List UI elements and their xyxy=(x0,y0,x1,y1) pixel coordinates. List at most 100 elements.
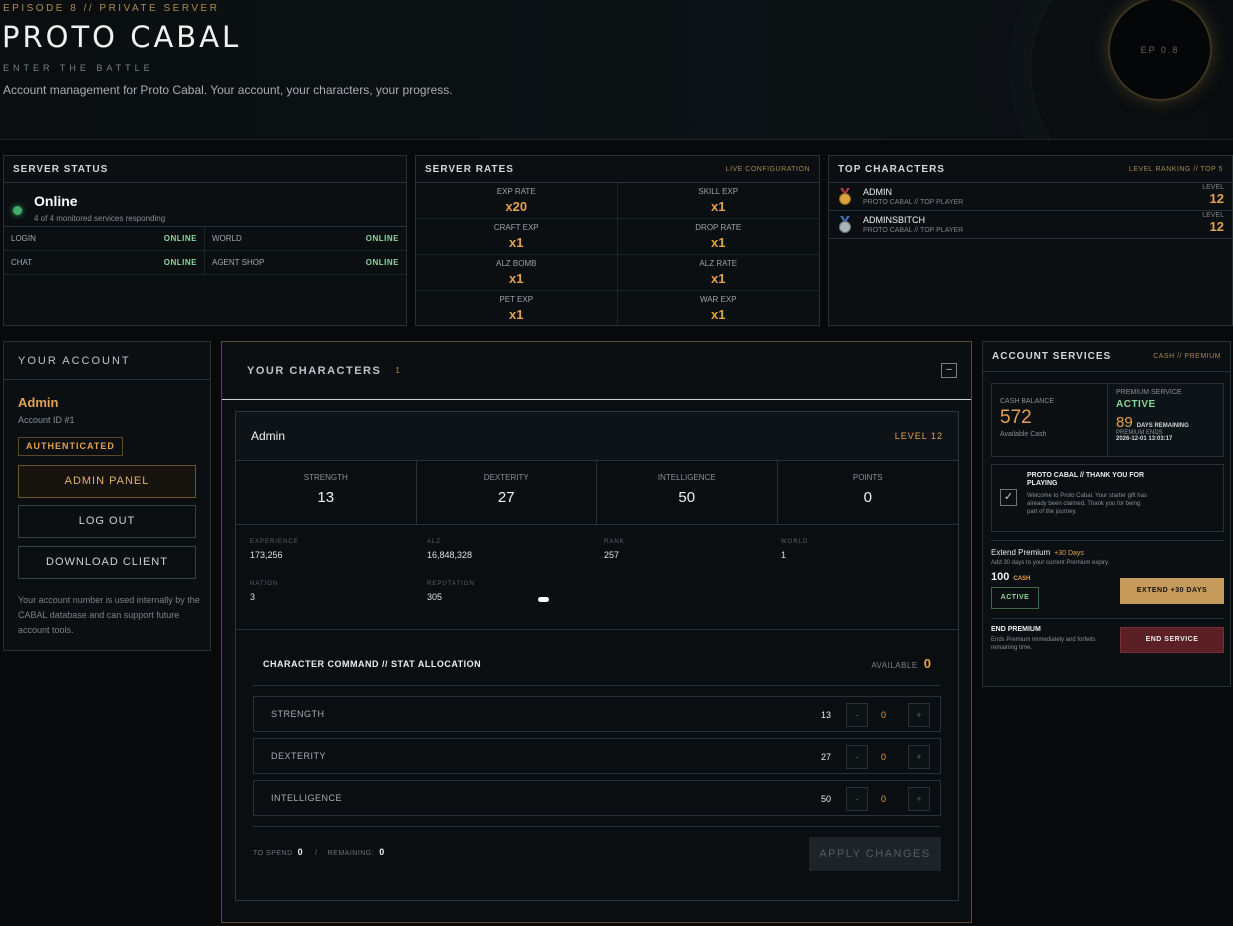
characters-title: YOUR CHARACTERS xyxy=(247,364,382,377)
extend-premium-sub: Add 30 days to your current Premium expi… xyxy=(991,560,1110,566)
top-character-row[interactable]: ADMINSBITCH PROTO CABAL // TOP PLAYER LE… xyxy=(829,211,1232,239)
allocation-delta: 0 xyxy=(881,752,887,762)
info-value: 173,256 xyxy=(250,550,283,560)
stat-name: POINTS xyxy=(852,473,883,482)
service-agent-shop: AGENT SHOP ONLINE xyxy=(205,251,406,275)
rate-name: DROP RATE xyxy=(695,223,742,232)
account-note: Your account number is used internally b… xyxy=(18,595,200,635)
admin-panel-button[interactable]: ADMIN PANEL xyxy=(18,465,196,498)
level-value: 12 xyxy=(1209,219,1224,234)
allocation-row-strength: STRENGTH 13 - 0 + xyxy=(253,696,941,732)
gold-medal-icon xyxy=(839,188,851,205)
page-header: EP 0.8 EPISODE 8 // PRIVATE SERVER PROTO… xyxy=(0,0,1233,140)
divider xyxy=(253,685,941,686)
service-name: AGENT SHOP xyxy=(212,258,265,267)
cash-balance-card: CASH BALANCE 572 Available Cash xyxy=(992,384,1108,456)
character-info: EXPERIENCE 173,256 ALZ 16,848,328 RANK 257 … xyxy=(236,525,958,630)
info-label: NATION xyxy=(250,581,279,587)
decrease-button[interactable]: - xyxy=(846,745,868,769)
check-icon: ✓ xyxy=(1000,489,1017,506)
premium-label: PREMIUM SERVICE xyxy=(1116,389,1182,396)
decrease-button[interactable]: - xyxy=(846,787,868,811)
server-status-panel: SERVER STATUS Online 4 of 4 monitored se… xyxy=(3,155,407,326)
account-services-tag: CASH // PREMIUM xyxy=(1153,353,1221,360)
extend-title-text: Extend Premium xyxy=(991,548,1051,557)
end-premium-text: Ends Premium immediately and forfeits re… xyxy=(991,637,1096,651)
apply-changes-button[interactable]: APPLY CHANGES xyxy=(809,837,941,871)
cash-balance-value: 572 xyxy=(1000,407,1032,428)
account-name: Admin xyxy=(18,395,59,410)
top-character-row[interactable]: ADMIN PROTO CABAL // TOP PLAYER LEVEL 12 xyxy=(829,183,1232,211)
download-client-button[interactable]: DOWNLOAD CLIENT xyxy=(18,546,196,579)
increase-button[interactable]: + xyxy=(908,745,930,769)
gift-title: PROTO CABAL // THANK YOU FOR PLAYING xyxy=(1027,472,1145,487)
character-name: Admin xyxy=(251,429,286,443)
increase-button[interactable]: + xyxy=(908,703,930,727)
allocation-current: 13 xyxy=(820,710,831,720)
rate-drop: DROP RATE x1 xyxy=(617,219,819,255)
spend-summary: TO SPEND 0 / REMAINING: 0 xyxy=(253,847,397,857)
status-text: Online xyxy=(34,193,78,209)
stat-name: INTELLIGENCE xyxy=(657,473,716,482)
logout-button[interactable]: LOG OUT xyxy=(18,505,196,538)
info-label: EXPERIENCE xyxy=(250,539,299,545)
rate-name: CRAFT EXP xyxy=(493,223,539,232)
rate-value: x1 xyxy=(509,271,524,286)
characters-count: 1 xyxy=(395,366,400,375)
stat-name: STRENGTH xyxy=(303,473,348,482)
extend-price-currency: CASH xyxy=(1013,576,1031,582)
premium-status: ACTIVE xyxy=(1116,399,1156,410)
end-service-button[interactable]: END SERVICE xyxy=(1120,627,1224,653)
info-label: REPUTATION xyxy=(427,581,475,587)
extend-premium-button[interactable]: EXTEND +30 DAYS xyxy=(1120,578,1224,604)
rate-value: x1 xyxy=(711,307,726,322)
allocation-stat-name: DEXTERITY xyxy=(271,751,327,761)
stat-value: 13 xyxy=(317,489,335,506)
top-character-sub: PROTO CABAL // TOP PLAYER xyxy=(863,199,964,206)
tagline: ENTER THE BATTLE xyxy=(3,63,154,73)
info-rank: RANK 257 xyxy=(604,539,625,560)
episode-label: EPISODE 8 // PRIVATE SERVER xyxy=(3,3,220,14)
rate-value: x20 xyxy=(505,199,528,214)
info-value: 16,848,328 xyxy=(427,550,473,560)
info-value: 257 xyxy=(604,550,620,560)
rates-grid: EXP RATE x20 SKILL EXP x1 CRAFT EXP x1 DROP… xyxy=(416,183,819,327)
info-label: RANK xyxy=(604,539,625,545)
rate-name: ALZ RATE xyxy=(699,259,738,268)
info-alz: ALZ 16,848,328 xyxy=(427,539,472,560)
top-characters-header: TOP CHARACTERS LEVEL RANKING // TOP 5 xyxy=(829,156,1232,183)
character-card: Admin LEVEL 12 STRENGTH 13 DEXTERITY 27 IN… xyxy=(235,411,959,901)
rate-value: x1 xyxy=(509,307,524,322)
collapse-button[interactable]: – xyxy=(941,363,957,378)
premium-card: PREMIUM SERVICE ACTIVE 89 DAYS REMAINING… xyxy=(1108,384,1223,456)
allocation-stat-name: STRENGTH xyxy=(271,709,325,719)
rate-name: EXP RATE xyxy=(496,187,536,196)
decrease-button[interactable]: - xyxy=(846,703,868,727)
divider xyxy=(253,826,941,827)
stat-points: POINTS 0 xyxy=(778,461,959,524)
to-spend-label: TO SPEND xyxy=(253,850,293,857)
service-world: WORLD ONLINE xyxy=(205,227,406,251)
account-panel: YOUR ACCOUNT Admin Account ID #1 AUTHENT… xyxy=(3,341,211,651)
info-value: 305 xyxy=(427,592,443,602)
premium-active-badge: ACTIVE xyxy=(991,587,1039,609)
top-characters-title: TOP CHARACTERS xyxy=(838,163,945,175)
available-points: AVAILABLE 0 xyxy=(871,656,931,671)
server-rates-header: SERVER RATES LIVE CONFIGURATION xyxy=(416,156,819,183)
status-summary: Online 4 of 4 monitored services respond… xyxy=(4,183,406,227)
spend-divider: / xyxy=(315,850,318,857)
level-value: 12 xyxy=(1209,191,1224,206)
allocation-current: 27 xyxy=(820,752,831,762)
account-services-title: ACCOUNT SERVICES xyxy=(992,351,1112,362)
top-character-level: LEVEL 12 xyxy=(1202,212,1224,234)
allocation-current: 50 xyxy=(820,794,831,804)
stat-intelligence: INTELLIGENCE 50 xyxy=(597,461,778,524)
character-card-header: Admin LEVEL 12 xyxy=(236,412,958,461)
service-status: ONLINE xyxy=(163,234,197,243)
premium-days-value: 89 xyxy=(1116,414,1133,431)
divider xyxy=(991,540,1224,541)
increase-button[interactable]: + xyxy=(908,787,930,811)
available-value: 0 xyxy=(923,656,931,671)
server-rates-title: SERVER RATES xyxy=(425,163,514,175)
account-services-header: ACCOUNT SERVICES CASH // PREMIUM xyxy=(983,342,1230,372)
